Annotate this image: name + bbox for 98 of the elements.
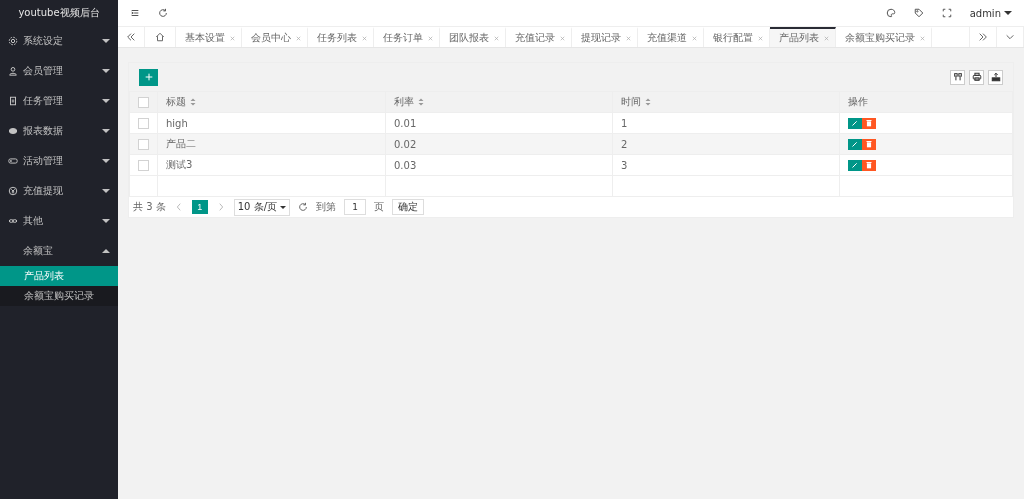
tab[interactable]: 团队报表: [440, 27, 506, 47]
close-icon[interactable]: [229, 34, 236, 42]
home-icon: [155, 32, 165, 42]
user-menu[interactable]: admin: [969, 7, 1012, 19]
select-all-checkbox[interactable]: [138, 96, 149, 108]
edit-button[interactable]: [848, 138, 862, 150]
edit-button[interactable]: [848, 159, 862, 171]
page-button[interactable]: 1: [191, 200, 208, 214]
page-input[interactable]: 1: [344, 199, 366, 215]
row-checkbox[interactable]: [138, 117, 149, 129]
goto-label: 到第: [316, 200, 336, 214]
tab[interactable]: 产品列表: [770, 27, 836, 47]
table-cell: 1: [612, 112, 840, 134]
table-cell: 3: [612, 154, 840, 176]
table-cell: 0.01: [385, 112, 613, 134]
trash-icon: [864, 160, 874, 170]
column-header[interactable]: 标题: [157, 91, 386, 113]
tab[interactable]: 充值渠道: [638, 27, 704, 47]
refresh-icon: [298, 202, 308, 212]
double-chevron-right-icon: [978, 32, 988, 42]
printer-icon: [971, 72, 982, 82]
chevron-down-icon: [1005, 32, 1015, 42]
page-unit: 页: [374, 200, 384, 214]
sort-icon[interactable]: [645, 98, 651, 106]
sidebar-item[interactable]: 系统设定: [0, 26, 118, 56]
refresh-icon: [158, 8, 168, 18]
sidebar-item[interactable]: 充值提现: [0, 176, 118, 206]
close-icon[interactable]: [919, 34, 926, 42]
pencil-icon: [850, 118, 860, 128]
app-title: youtube视频后台: [18, 6, 100, 20]
sidebar-item[interactable]: 任务管理: [0, 86, 118, 116]
menu-icon: [130, 8, 140, 18]
trash-icon: [864, 118, 874, 128]
export-icon: [990, 72, 1001, 82]
pencil-icon: [850, 160, 860, 170]
sort-icon[interactable]: [190, 98, 196, 106]
tab[interactable]: 任务订单: [374, 27, 440, 47]
person-icon: [8, 66, 18, 76]
sidebar-item[interactable]: 活动管理: [0, 146, 118, 176]
sidebar-item[interactable]: 余额宝: [0, 236, 118, 266]
coin-icon: [8, 186, 18, 196]
tab[interactable]: 提现记录: [572, 27, 638, 47]
close-icon[interactable]: [295, 34, 302, 42]
plus-icon: [143, 72, 154, 82]
table-cell: high: [157, 112, 386, 134]
delete-button[interactable]: [862, 117, 876, 129]
disc-icon: [8, 126, 18, 136]
close-icon[interactable]: [823, 34, 830, 42]
close-icon[interactable]: [559, 34, 566, 42]
tag-icon: [913, 8, 924, 18]
close-icon[interactable]: [493, 34, 500, 42]
confirm-button[interactable]: 确定: [392, 199, 424, 215]
total-count: 共 3 条: [133, 200, 166, 214]
table-cell: 0.03: [385, 154, 613, 176]
sidebar-item[interactable]: 其他: [0, 206, 118, 236]
print-button[interactable]: [969, 69, 984, 85]
fullscreen-icon: [941, 8, 952, 18]
add-button[interactable]: [139, 68, 158, 86]
delete-button[interactable]: [862, 138, 876, 150]
table-cell: 2: [612, 133, 840, 155]
export-button[interactable]: [988, 69, 1003, 85]
sidebar-subitem[interactable]: 余额宝购买记录: [0, 286, 118, 306]
tab[interactable]: 余额宝购买记录: [836, 27, 932, 47]
close-icon[interactable]: [757, 34, 764, 42]
scroll-right-button[interactable]: [969, 27, 997, 47]
link-icon: [8, 216, 18, 226]
row-checkbox[interactable]: [138, 138, 149, 150]
trash-icon: [864, 139, 874, 149]
table-cell: 产品二: [157, 133, 386, 155]
column-header: 操作: [839, 91, 1013, 113]
close-icon[interactable]: [361, 34, 368, 42]
tab[interactable]: 任务列表: [308, 27, 374, 47]
edit-button[interactable]: [848, 117, 862, 129]
table-cell: 测试3: [157, 154, 386, 176]
gear-icon: [8, 36, 18, 46]
palette-icon: [885, 8, 896, 18]
document-icon: [8, 96, 18, 106]
sort-icon[interactable]: [418, 98, 424, 106]
columns-button[interactable]: [950, 69, 965, 85]
row-checkbox[interactable]: [138, 159, 149, 171]
gamepad-icon: [8, 156, 18, 166]
column-header[interactable]: 利率: [385, 91, 613, 113]
close-icon[interactable]: [427, 34, 434, 42]
sidebar-item[interactable]: 报表数据: [0, 116, 118, 146]
table-cell: 0.02: [385, 133, 613, 155]
delete-button[interactable]: [862, 159, 876, 171]
tab[interactable]: 会员中心: [242, 27, 308, 47]
tab[interactable]: 基本设置: [176, 27, 242, 47]
close-icon[interactable]: [691, 34, 698, 42]
sidebar-subitem[interactable]: 产品列表: [0, 266, 118, 286]
close-icon[interactable]: [625, 34, 632, 42]
pencil-icon: [850, 139, 860, 149]
column-header[interactable]: 时间: [612, 91, 840, 113]
page-size-select[interactable]: 10 条/页: [233, 198, 290, 216]
sidebar-item[interactable]: 会员管理: [0, 56, 118, 86]
tab[interactable]: 充值记录: [506, 27, 572, 47]
double-chevron-left-icon: [126, 32, 136, 42]
columns-icon: [952, 72, 963, 82]
